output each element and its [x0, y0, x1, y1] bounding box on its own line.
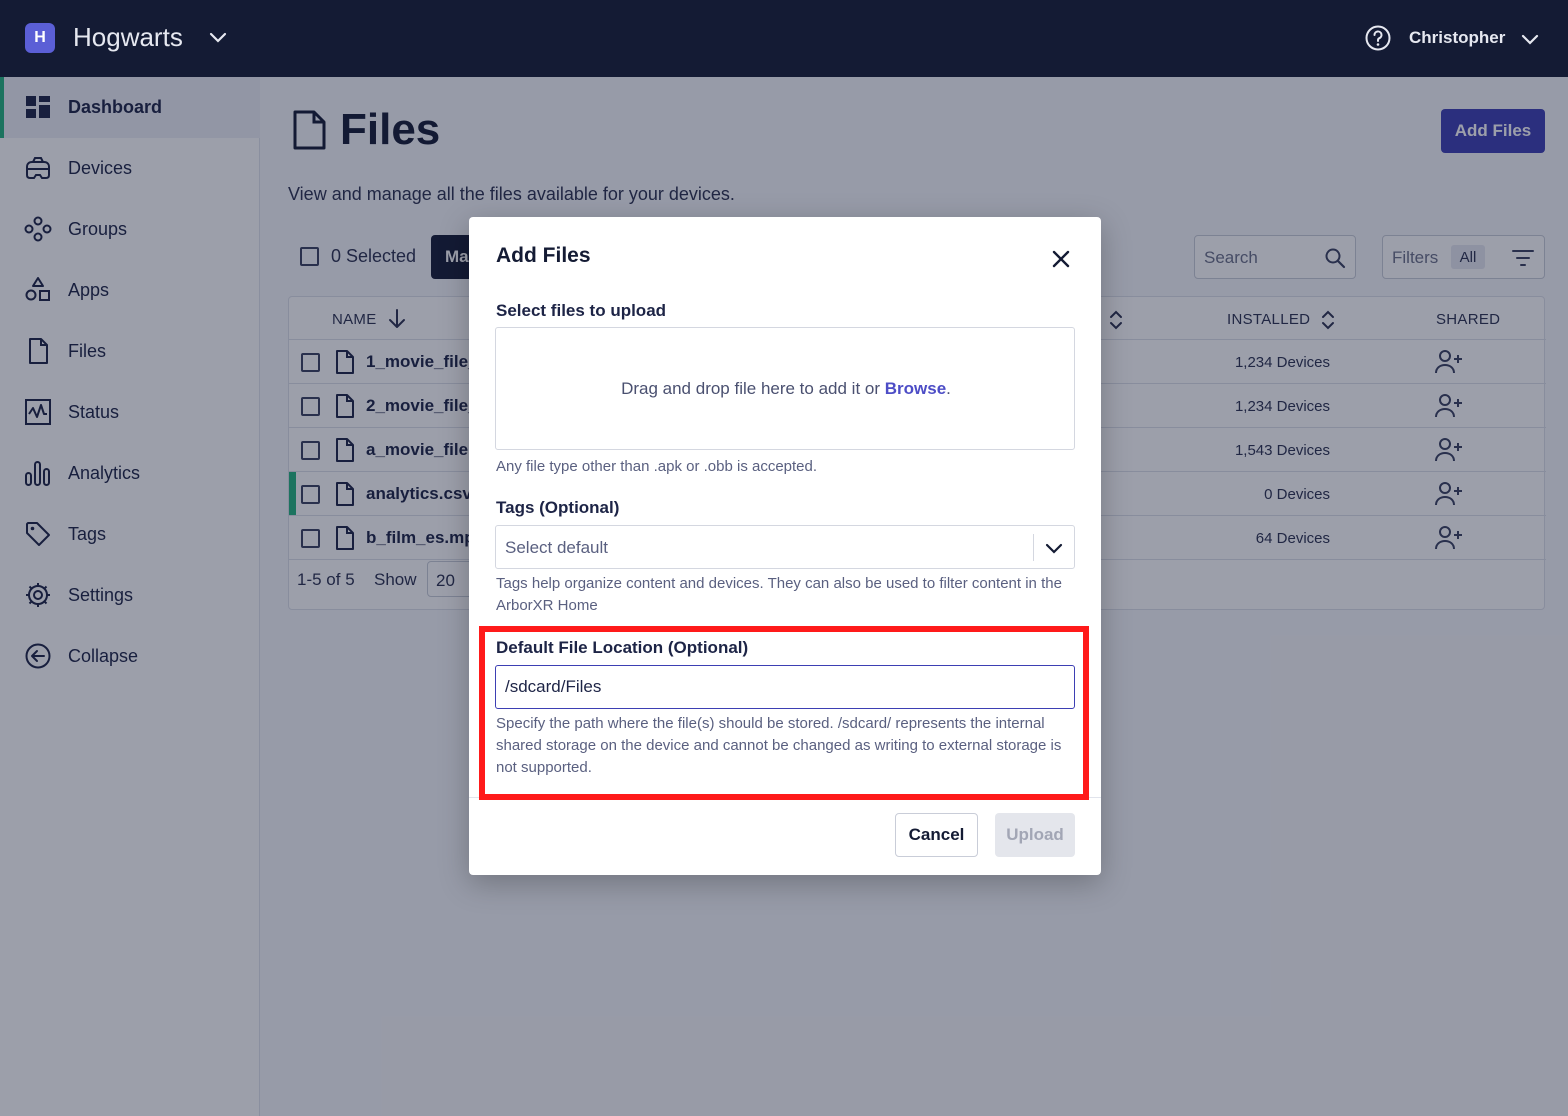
top-bar: H Hogwarts Christopher — [0, 0, 1568, 77]
upload-section-label: Select files to upload — [496, 301, 667, 320]
chevron-down-icon[interactable] — [1518, 27, 1542, 51]
file-dropzone[interactable]: Drag and drop file here to add it or Bro… — [495, 327, 1075, 450]
browse-link[interactable]: Browse — [885, 379, 946, 398]
help-icon[interactable] — [1364, 24, 1392, 52]
select-divider — [1033, 534, 1034, 561]
close-icon[interactable] — [1049, 247, 1073, 271]
location-label: Default File Location (Optional) — [496, 638, 749, 657]
location-help: Specify the path where the file(s) shoul… — [496, 715, 1062, 776]
add-files-modal: Add Files Select files to upload Drag an… — [469, 217, 1101, 875]
chevron-down-icon[interactable] — [206, 25, 230, 49]
tags-help: Tags help organize content and devices. … — [496, 575, 1062, 614]
user-name[interactable]: Christopher — [1409, 28, 1505, 48]
modal-footer-divider — [469, 797, 1101, 798]
dropzone-help: Any file type other than .apk or .obb is… — [496, 458, 818, 475]
file-location-input[interactable] — [495, 665, 1075, 709]
org-avatar[interactable]: H — [25, 23, 55, 53]
org-name[interactable]: Hogwarts — [73, 22, 183, 53]
tags-select-value: Select default — [505, 538, 609, 557]
chevron-down-icon[interactable] — [1043, 537, 1065, 559]
modal-title: Add Files — [496, 244, 591, 267]
dropzone-text: Drag and drop file here to add it or Bro… — [621, 379, 951, 398]
tags-select[interactable]: Select default — [495, 525, 1075, 569]
upload-button[interactable]: Upload — [995, 813, 1075, 857]
tags-label: Tags (Optional) — [496, 498, 620, 517]
cancel-button[interactable]: Cancel — [895, 813, 978, 857]
